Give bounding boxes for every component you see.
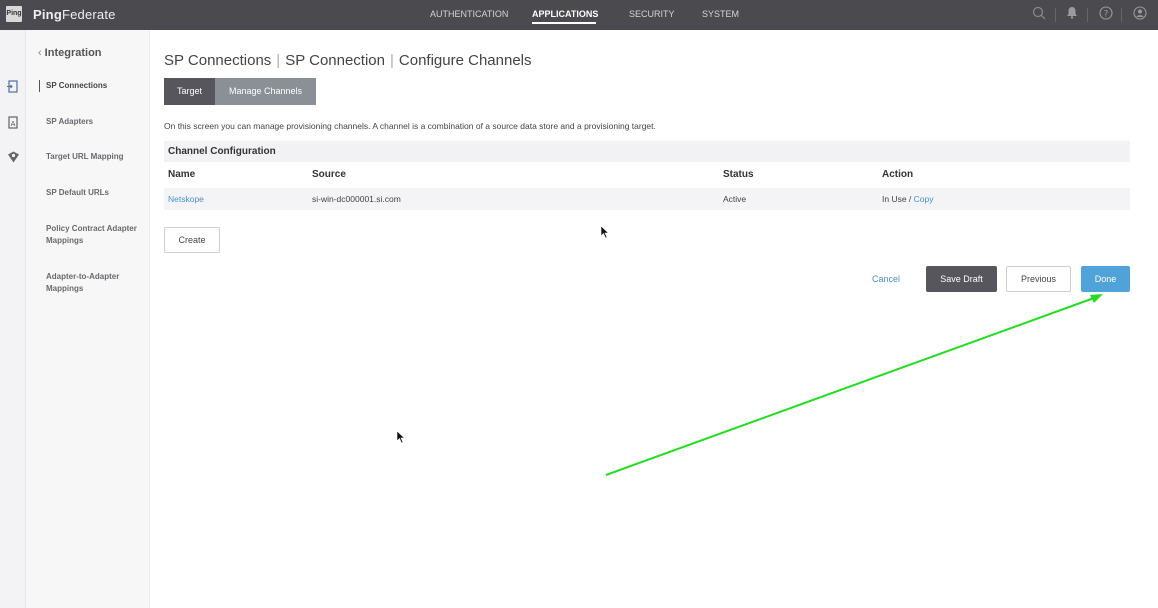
done-button[interactable]: Done xyxy=(1081,266,1130,292)
mouse-cursor-icon xyxy=(600,225,610,239)
page-description: On this screen you can manage provisioni… xyxy=(164,121,656,131)
sidebar-back-integration[interactable]: ‹ Integration xyxy=(38,47,102,59)
tab-target[interactable]: Target xyxy=(164,78,215,105)
product-name: PingFederate xyxy=(33,6,116,22)
table-header: Name Source Status Action xyxy=(164,166,1130,184)
channel-source: si-win-dc000001.si.com xyxy=(312,194,401,204)
create-button[interactable]: Create xyxy=(164,227,220,253)
sidebar-item-target-url-mapping[interactable]: Target URL Mapping xyxy=(46,151,146,163)
channel-name-link[interactable]: Netskope xyxy=(168,188,204,210)
sidebar-item-sp-adapters[interactable]: SP Adapters xyxy=(46,116,146,128)
search-icon[interactable] xyxy=(1030,6,1047,23)
tab-bar: Target Manage Channels xyxy=(164,78,316,105)
annotation-arrow xyxy=(605,294,1103,476)
mouse-cursor-icon xyxy=(396,430,406,444)
breadcrumb-separator: | xyxy=(390,52,394,69)
column-header-source: Source xyxy=(312,169,346,180)
channel-action: In Use / Copy xyxy=(882,188,934,210)
nav-authentication[interactable]: AUTHENTICATION xyxy=(430,9,508,19)
table-row: Netskope si-win-dc000001.si.com Active I… xyxy=(164,188,1130,210)
cancel-button[interactable]: Cancel xyxy=(866,267,906,291)
save-draft-button[interactable]: Save Draft xyxy=(926,266,997,292)
applications-icon[interactable] xyxy=(6,80,20,94)
divider xyxy=(1087,8,1088,22)
divider xyxy=(1055,8,1056,22)
breadcrumb-sp-connection[interactable]: SP Connection xyxy=(285,52,385,69)
copy-link[interactable]: Copy xyxy=(914,194,934,204)
tab-manage-channels[interactable]: Manage Channels xyxy=(215,78,316,105)
adapters-icon[interactable]: A xyxy=(6,116,20,130)
in-use-label: In Use / xyxy=(882,194,914,204)
svg-text:?: ? xyxy=(1103,9,1108,19)
channel-status: Active xyxy=(723,194,747,204)
divider xyxy=(1121,8,1122,22)
column-header-name: Name xyxy=(168,169,196,180)
nav-system[interactable]: SYSTEM xyxy=(702,9,739,19)
top-bar: Ping PingFederate AUTHENTICATION APPLICA… xyxy=(0,0,1158,30)
column-header-status: Status xyxy=(723,169,754,180)
chevron-left-icon: ‹ xyxy=(38,47,42,59)
sidebar-item-sp-default-urls[interactable]: SP Default URLs xyxy=(46,187,146,199)
previous-button[interactable]: Previous xyxy=(1006,266,1071,292)
sidebar: ‹ Integration SP Connections SP Adapters … xyxy=(26,30,150,608)
column-header-action: Action xyxy=(882,169,914,180)
sidebar-item-policy-contract-adapter-mappings[interactable]: Policy Contract Adapter Mappings xyxy=(46,223,138,247)
help-icon[interactable]: ? xyxy=(1097,6,1114,23)
breadcrumb-separator: | xyxy=(276,52,281,69)
breadcrumb-sp-connections[interactable]: SP Connections xyxy=(164,52,271,69)
sidebar-item-sp-connections[interactable]: SP Connections xyxy=(46,80,146,92)
nav-applications[interactable]: APPLICATIONS xyxy=(532,9,598,19)
svg-text:A: A xyxy=(11,120,16,128)
user-icon[interactable] xyxy=(1131,6,1148,23)
ping-logo: Ping xyxy=(6,6,22,22)
channel-configuration-header: Channel Configuration xyxy=(164,141,1130,162)
nav-security[interactable]: SECURITY xyxy=(629,9,675,19)
active-nav-underline xyxy=(532,22,596,24)
integration-icon[interactable] xyxy=(6,151,20,165)
brand[interactable]: Ping PingFederate xyxy=(6,6,116,22)
breadcrumb-configure-channels: Configure Channels xyxy=(398,52,532,69)
active-item-marker xyxy=(39,80,40,92)
sidebar-item-adapter-to-adapter-mappings[interactable]: Adapter-to-Adapter Mappings xyxy=(46,271,134,295)
breadcrumb: SP Connections | SP Connection | Configure C… xyxy=(164,52,532,69)
left-icon-rail: A xyxy=(0,30,26,608)
bell-icon[interactable] xyxy=(1063,6,1080,23)
